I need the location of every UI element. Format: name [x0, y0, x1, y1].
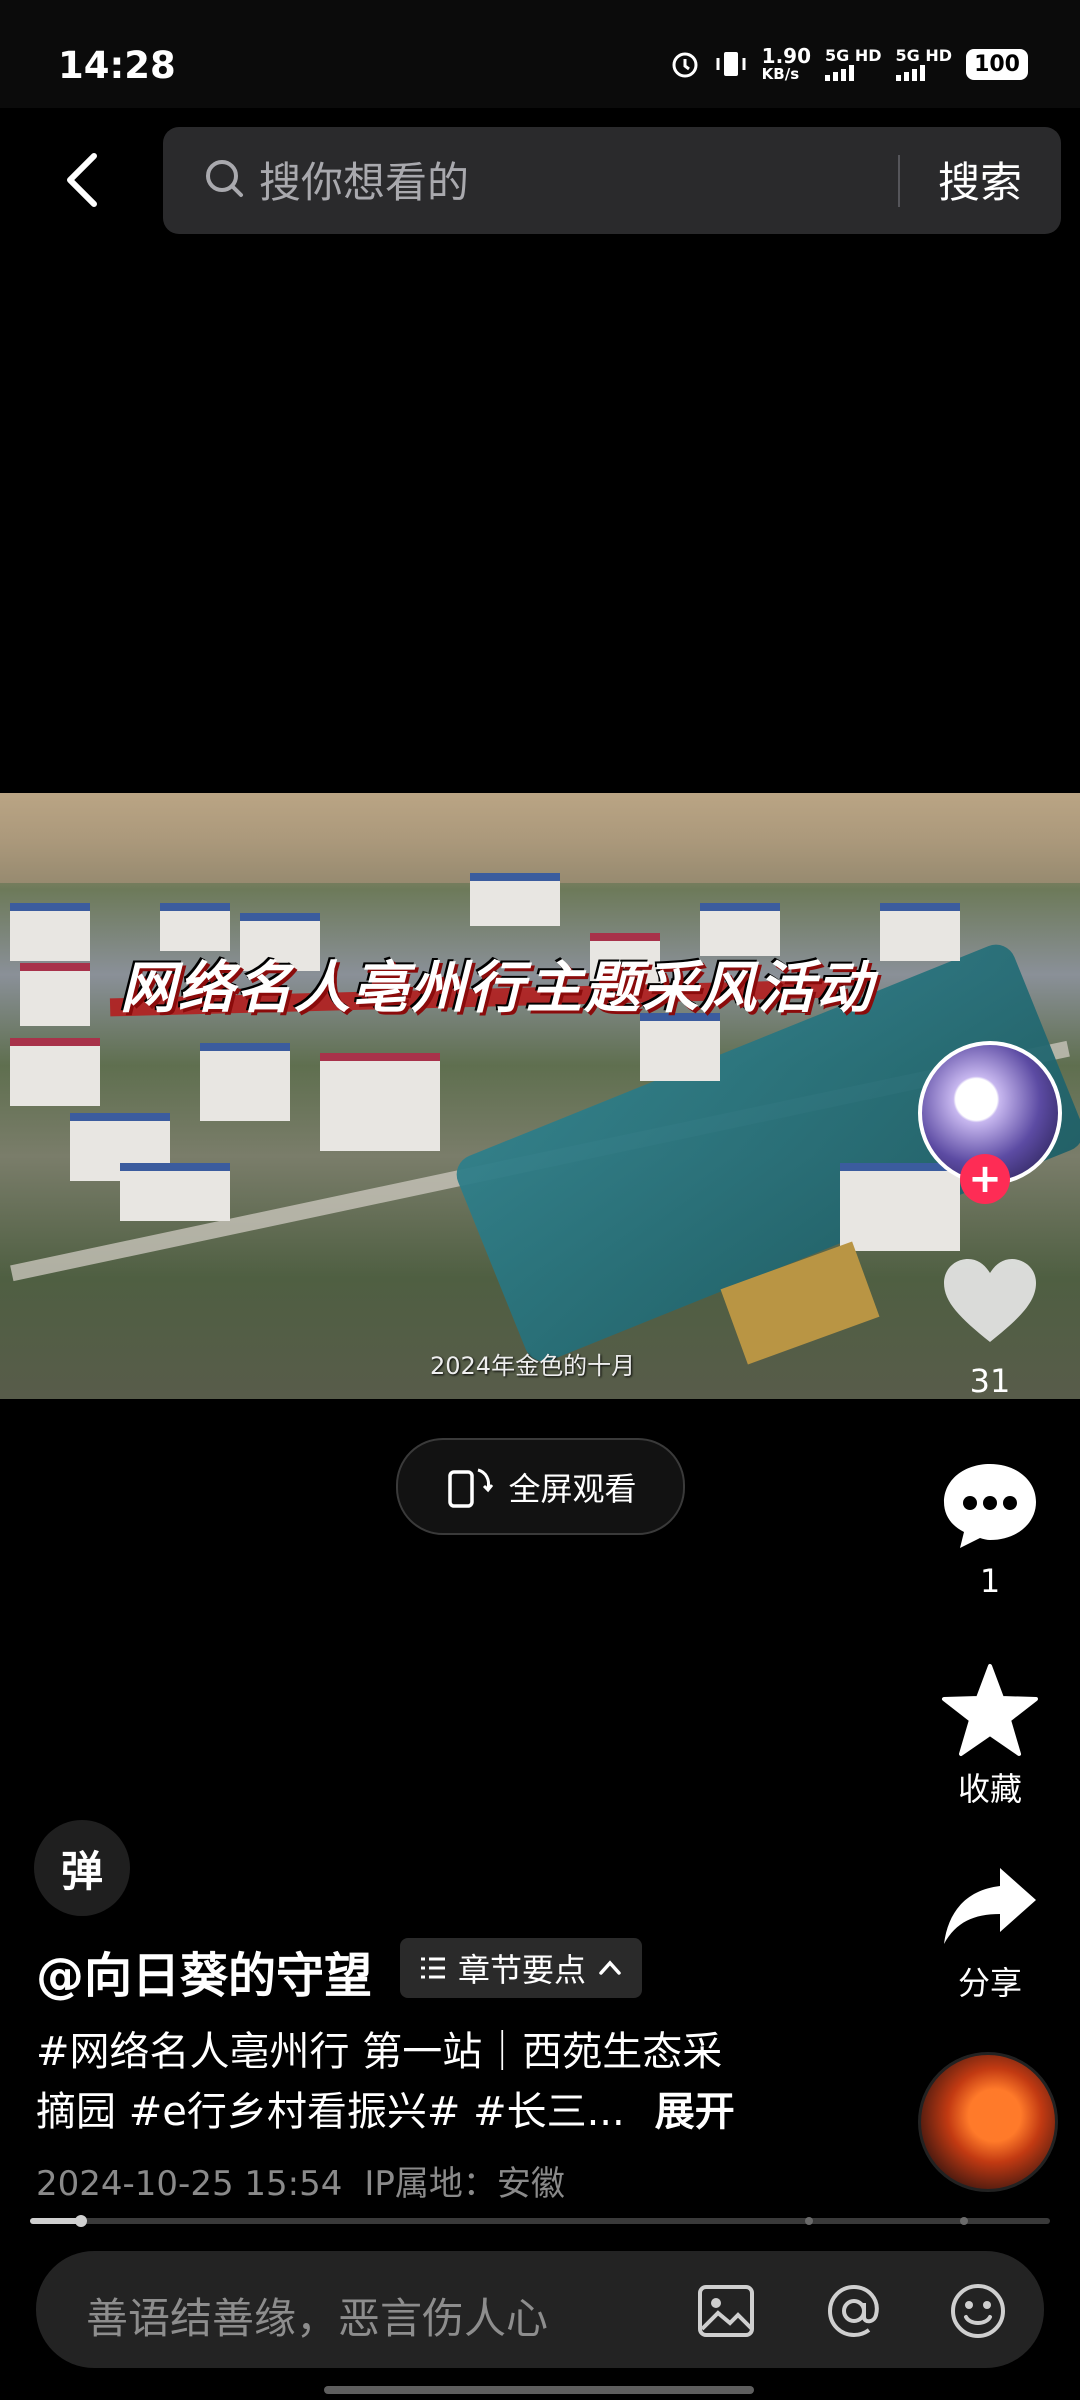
back-arrow-icon[interactable] [56, 150, 116, 210]
video-subtitle: 2024年金色的十月 [430, 1352, 636, 1380]
ip-location: IP属地：安徽 [364, 2164, 565, 2204]
rotate-screen-icon [448, 1468, 494, 1508]
fullscreen-label: 全屏观看 [508, 1469, 637, 1508]
list-icon [421, 1957, 445, 1979]
alarm-icon [672, 52, 698, 78]
like-count: 31 [969, 1362, 1011, 1400]
comment-icon[interactable] [940, 1460, 1040, 1552]
expand-button[interactable]: 展开 [655, 2089, 735, 2135]
emoji-smile-icon[interactable] [948, 2281, 1008, 2341]
like-heart-icon[interactable] [940, 1256, 1040, 1346]
comment-placeholder[interactable]: 善语结善缘，恶言伤人心 [86, 2285, 548, 2346]
chapter-label: 章节要点 [458, 1951, 587, 1989]
progress-fill [30, 2218, 81, 2224]
chapter-highlights-button[interactable]: 章节要点 [400, 1938, 643, 1998]
mention-at-icon[interactable] [824, 2281, 884, 2341]
music-disc-avatar[interactable] [918, 2052, 1058, 2192]
danmu-toggle[interactable]: 弹 [34, 1820, 130, 1916]
post-datetime: 2024-10-25 15:54 [36, 2164, 343, 2204]
net-speed: 1.90 KB/s [762, 46, 811, 82]
chapter-marker [805, 2217, 813, 2225]
author-name[interactable]: @向日葵的守望 [36, 1936, 372, 2006]
search-button[interactable]: 搜索 [938, 149, 1022, 210]
signal-bars-icon [895, 65, 925, 81]
chevron-up-icon [599, 1960, 621, 1975]
search-divider [898, 155, 900, 207]
video-overlay-title: 网络名人亳州行主题采风活动 [120, 955, 874, 1021]
favorite-label: 收藏 [957, 1770, 1022, 1808]
vibrate-icon [716, 52, 746, 76]
sim2-label: 5G HD [895, 46, 953, 65]
video-background-fields [0, 793, 1080, 883]
description-line-2: 摘园 #e行乡村看振兴# #长三... [36, 2089, 625, 2135]
net-speed-unit: KB/s [761, 65, 800, 83]
progress-handle[interactable] [75, 2215, 87, 2227]
battery-indicator: 100 [966, 48, 1028, 80]
status-bar: 14:28 1.90 KB/s 5G HD 5G HD 100 [0, 0, 1080, 108]
search-bar[interactable]: 搜你想看的 搜索 [163, 127, 1061, 234]
share-label: 分享 [957, 1964, 1022, 2002]
status-time: 14:28 [58, 44, 176, 87]
star-favorite-icon[interactable] [940, 1662, 1040, 1758]
video-player[interactable]: 网络名人亳州行主题采风活动 2024年金色的十月 [0, 793, 1080, 1399]
chapter-marker [960, 2217, 968, 2225]
image-icon[interactable] [696, 2281, 756, 2341]
share-arrow-icon[interactable] [940, 1864, 1040, 1948]
follow-button[interactable]: + [960, 1154, 1010, 1204]
search-placeholder[interactable]: 搜你想看的 [259, 149, 469, 210]
description-line-1: #网络名人亳州行 第一站｜西苑生态采 [36, 2029, 723, 2075]
video-progress-bar[interactable] [30, 2215, 1050, 2227]
signal-sim1: 5G HD [825, 47, 882, 81]
signal-sim2: 5G HD [895, 46, 953, 81]
net-speed-value: 1.90 [761, 44, 812, 68]
home-indicator[interactable] [324, 2386, 754, 2394]
comment-input[interactable]: 善语结善缘，恶言伤人心 [36, 2251, 1044, 2368]
signal-bars-icon [825, 65, 855, 81]
post-meta: 2024-10-25 15:54 IP属地：安徽 [36, 2156, 565, 2205]
status-icons: 1.90 KB/s 5G HD 5G HD 100 [670, 46, 1028, 82]
search-icon [206, 160, 243, 197]
fullscreen-button[interactable]: 全屏观看 [396, 1438, 685, 1535]
sim1-label: 5G HD [825, 46, 882, 65]
comment-count: 1 [979, 1562, 1001, 1600]
post-description: #网络名人亳州行 第一站｜西苑生态采 摘园 #e行乡村看振兴# #长三... 展开 [36, 2022, 876, 2142]
